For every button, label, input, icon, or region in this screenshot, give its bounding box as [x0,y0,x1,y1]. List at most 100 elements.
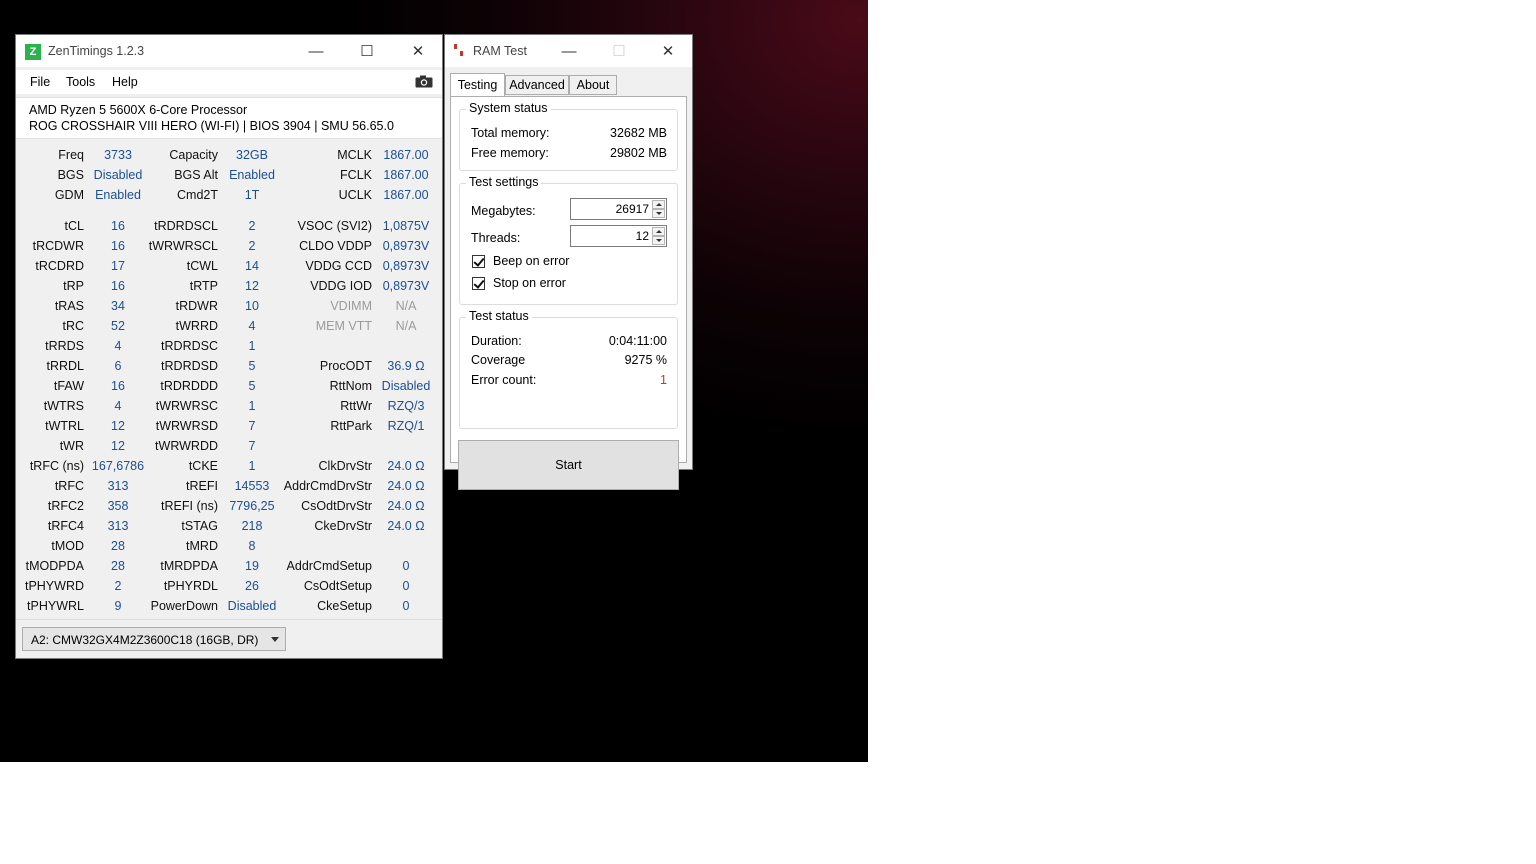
menu-file[interactable]: File [30,75,50,89]
menu-tools[interactable]: Tools [66,75,95,89]
timing-row: tPHYWRL 9 PowerDown Disabled CkeSetup 0 [16,597,444,617]
timing-value: 8 [248,539,256,553]
spin-up-icon[interactable] [652,200,665,209]
timing-row: tWR 12 tWRWRDD 7 [16,437,444,457]
timing-label: tFAW [53,379,84,393]
timing-label: VDDG IOD [310,279,372,293]
threads-label: Threads: [471,231,521,245]
timing-label: VSOC (SVI2) [297,219,372,233]
timing-value: 14553 [234,479,270,493]
timing-value: 1 [248,339,256,353]
timing-label: tRDWR [175,299,218,313]
ramtest-titlebar[interactable]: RAM Test — ☐ ✕ [445,35,692,67]
timing-label: tMRDPDA [160,559,218,573]
timing-row: Freq 3733 Capacity 32GB MCLK 1867.00 [16,146,444,166]
timing-value: Disabled [93,168,143,182]
dimm-selector-bar: A2: CMW32GX4M2Z3600C18 (16GB, DR) [16,619,442,658]
tab-about[interactable]: About [569,75,617,95]
timing-value: 24.0 Ω [387,499,425,513]
timing-value: RZQ/3 [387,399,425,413]
minimize-icon[interactable]: — [293,37,339,65]
close-icon[interactable]: ✕ [645,37,691,65]
timing-value: 16 [111,219,125,233]
timing-label: tPHYWRL [27,599,84,613]
timing-label: RttWr [340,399,372,413]
tab-testing[interactable]: Testing [450,73,505,96]
zentimings-titlebar[interactable]: Z ZenTimings 1.2.3 — ☐ ✕ [16,35,442,67]
megabytes-value: 26917 [615,202,649,216]
free-memory-label: Free memory: [471,146,549,160]
timing-row: tPHYWRD 2 tPHYRDL 26 CsOdtSetup 0 [16,577,444,597]
timing-value: 4 [114,339,122,353]
total-memory-value: 32682 MB [610,126,667,140]
timing-value: 14 [245,259,259,273]
timing-label: PowerDown [150,599,218,613]
timing-value: 1867.00 [383,188,429,202]
timing-value: 32GB [236,148,268,162]
start-button[interactable]: Start [458,440,679,490]
timing-row: tRRDS 4 tRDRDSC 1 [16,337,444,357]
error-count-value: 1 [660,373,667,387]
threads-stepper[interactable]: 12 [570,225,667,247]
close-icon[interactable]: ✕ [395,37,441,65]
timing-value: 10 [245,299,259,313]
timing-label: tWRWRSCL [148,239,218,253]
timing-value: 218 [241,519,263,533]
system-status-group: System status Total memory: 32682 MB Fre… [459,101,678,171]
group-title: Test settings [466,175,542,189]
timing-value: N/A [395,299,417,313]
timing-value: 313 [107,479,129,493]
timing-value: 16 [111,379,125,393]
maximize-icon[interactable]: ☐ [344,37,390,65]
timing-label: BGS [57,168,84,182]
timing-label: tCL [64,219,84,233]
timing-value: 16 [111,239,125,253]
timing-value: 5 [248,359,256,373]
menu-bar: File Tools Help [16,70,442,94]
timing-value: 3733 [104,148,132,162]
spin-down-icon[interactable] [652,236,665,245]
timing-value: 19 [245,559,259,573]
timing-row: tWTRS 4 tWRWRSC 1 RttWr RZQ/3 [16,397,444,417]
timing-label: tPHYRDL [163,579,218,593]
timing-label: GDM [54,188,84,202]
cpu-name: AMD Ryzen 5 5600X 6-Core Processor [29,103,248,117]
timing-label: Freq [58,148,84,162]
stop-on-error-checkbox[interactable] [472,277,485,290]
timing-value: 4 [114,399,122,413]
duration-label: Duration: [471,334,522,348]
menu-help[interactable]: Help [112,75,138,89]
timing-value: 4 [248,319,256,333]
timing-label: tMOD [51,539,84,553]
timing-label: RttNom [329,379,372,393]
error-count-label: Error count: [471,373,537,387]
timing-row: tMOD 28 tMRD 8 [16,537,444,557]
window-title: RAM Test [473,44,527,58]
spin-down-icon[interactable] [652,209,665,218]
timing-label: tRFC4 [47,519,84,533]
timing-label: FCLK [340,168,372,182]
timing-value: Enabled [229,168,275,182]
timing-label: Cmd2T [177,188,218,202]
beep-on-error-label[interactable]: Beep on error [493,254,569,268]
minimize-icon[interactable]: — [546,37,592,65]
timing-label: tWRWRDD [155,439,218,453]
timing-row: BGS Disabled BGS Alt Enabled FCLK 1867.00 [16,166,444,186]
timing-row: tFAW 16 tRDRDDD 5 RttNom Disabled [16,377,444,397]
spin-up-icon[interactable] [652,227,665,236]
timing-value: 1867.00 [383,148,429,162]
timing-label: tRDRDSCL [154,219,218,233]
timing-label: CkeDrvStr [314,519,372,533]
timing-label: AddrCmdSetup [286,559,372,573]
stop-on-error-label[interactable]: Stop on error [493,276,566,290]
beep-on-error-checkbox[interactable] [472,255,485,268]
dimm-select[interactable]: A2: CMW32GX4M2Z3600C18 (16GB, DR) [22,627,286,651]
timing-label: BGS Alt [174,168,218,182]
timing-label: tMRD [186,539,218,553]
timing-value: 12 [245,279,259,293]
tab-advanced[interactable]: Advanced [505,75,569,95]
coverage-label: Coverage [471,353,526,367]
timing-value: 2 [248,219,256,233]
camera-icon[interactable] [415,75,433,88]
megabytes-stepper[interactable]: 26917 [570,198,667,220]
